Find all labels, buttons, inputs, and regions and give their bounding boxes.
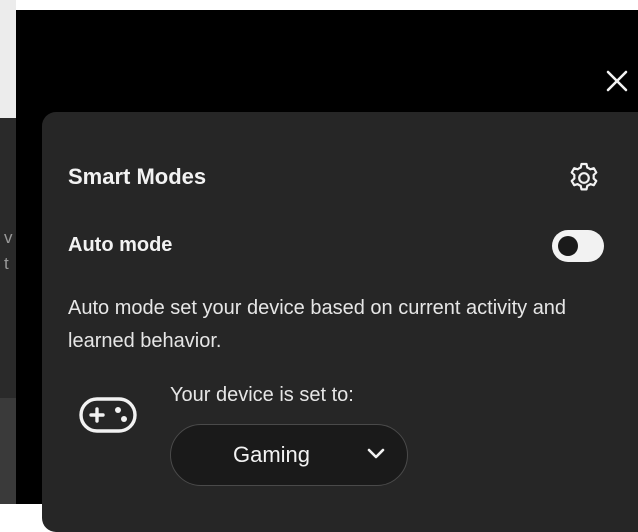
settings-button[interactable] <box>566 160 602 196</box>
smart-modes-panel: Smart Modes Auto mode Auto mode set your… <box>42 112 638 532</box>
background-text-fragment: t <box>4 254 9 273</box>
device-set-label: Your device is set to: <box>170 384 354 406</box>
background-panel-edge: v t <box>0 118 16 398</box>
game-controller-icon <box>78 395 138 435</box>
toggle-knob <box>558 236 578 256</box>
panel-title: Smart Modes <box>68 164 207 189</box>
auto-mode-label: Auto mode <box>68 234 173 256</box>
chevron-down-icon <box>367 447 385 461</box>
close-icon <box>606 70 628 92</box>
close-button[interactable] <box>602 66 632 96</box>
background-panel-edge-lower <box>0 398 16 504</box>
gear-icon <box>570 162 598 191</box>
auto-mode-toggle[interactable] <box>552 230 604 262</box>
auto-mode-description: Auto mode set your device based on curre… <box>68 297 567 352</box>
mode-dropdown-value: Gaming <box>233 442 311 467</box>
background-text-fragment: v <box>4 228 13 247</box>
mode-dropdown[interactable]: Gaming <box>170 424 408 486</box>
